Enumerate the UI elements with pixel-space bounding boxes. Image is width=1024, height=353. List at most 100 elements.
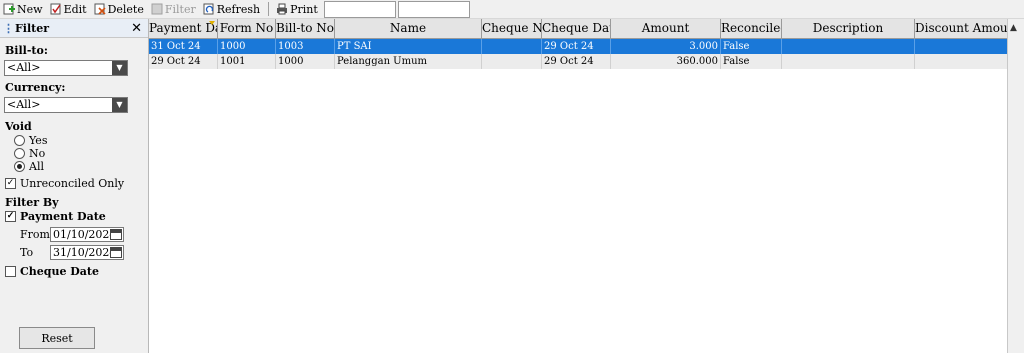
from-date-row: From 01/10/2024: [20, 227, 124, 242]
refresh-label: Refresh: [216, 2, 261, 16]
void-all-label: All: [29, 160, 44, 173]
column-header-cheque-no[interactable]: Cheque No: [482, 19, 542, 38]
void-option-yes[interactable]: Yes: [14, 134, 47, 147]
print-button[interactable]: Print: [273, 1, 321, 17]
cell-cheque-no[interactable]: [482, 39, 542, 54]
delete-button[interactable]: Delete: [91, 1, 147, 17]
filter-icon: [151, 3, 163, 15]
cell-reconciled[interactable]: False: [721, 54, 782, 69]
currency-select[interactable]: <All> ▼: [4, 97, 128, 113]
chevron-down-icon[interactable]: ▼: [112, 98, 127, 112]
new-icon: [3, 3, 15, 15]
print-label: Print: [290, 2, 318, 16]
from-label: From: [20, 228, 50, 241]
cell-bill-to-no[interactable]: 1003: [276, 39, 335, 54]
cell-form-no[interactable]: 1000: [218, 39, 276, 54]
checkbox-checked-icon[interactable]: ✓: [5, 211, 16, 222]
to-label: To: [20, 246, 34, 259]
chevron-down-icon[interactable]: ▼: [112, 61, 127, 75]
cell-bill-to-no[interactable]: 1000: [276, 54, 335, 69]
checkbox-checked-icon[interactable]: ✓: [5, 178, 16, 189]
bill-to-value: <All>: [7, 61, 41, 74]
void-no-label: No: [29, 147, 46, 160]
vertical-scrollbar[interactable]: ▲: [1007, 19, 1024, 353]
unreconciled-only-checkbox[interactable]: ✓ Unreconciled Only: [5, 177, 124, 190]
filter-by-label: Filter By: [5, 196, 59, 209]
column-header-name[interactable]: Name: [335, 19, 482, 38]
cell-form-no[interactable]: 1001: [218, 54, 276, 69]
cell-reconciled[interactable]: False: [721, 39, 782, 54]
edit-label: Edit: [63, 2, 87, 16]
filter-header: ⋮ Filter ✕: [0, 19, 148, 38]
toolbar-field-1[interactable]: [323, 0, 396, 18]
toolbar-field-2[interactable]: [397, 0, 470, 18]
cell-name[interactable]: PT SAI: [335, 39, 482, 54]
cell-amount[interactable]: 360.000: [611, 54, 721, 69]
column-header-cheque-date[interactable]: Cheque Date: [542, 19, 611, 38]
cheque-date-checkbox[interactable]: Cheque Date: [5, 265, 99, 278]
cell-discount-amount[interactable]: [915, 54, 1008, 69]
unreconciled-label: Unreconciled Only: [20, 177, 125, 190]
column-header-bill-to-no[interactable]: Bill-to No: [276, 19, 335, 38]
toolbar-separator: [268, 2, 270, 16]
currency-label: Currency:: [5, 81, 66, 94]
toolbar: New Edit Delete Filter Refresh Print: [0, 0, 1024, 19]
cell-cheque-no[interactable]: [482, 54, 542, 69]
cell-name[interactable]: Pelanggan Umum: [335, 54, 482, 69]
new-label: New: [17, 2, 43, 16]
payment-date-label: Payment Date: [20, 210, 106, 223]
radio-icon[interactable]: [14, 148, 25, 159]
column-header-reconciled[interactable]: Reconciled: [721, 19, 782, 38]
column-header-discount-amount[interactable]: Discount Amount: [915, 19, 1008, 38]
column-header-form-no[interactable]: Form No: [218, 19, 276, 38]
payment-date-checkbox[interactable]: ✓ Payment Date: [5, 210, 106, 223]
cell-discount-amount[interactable]: [915, 39, 1008, 54]
edit-icon: [50, 3, 62, 15]
close-icon[interactable]: ✕: [131, 21, 142, 36]
currency-value: <All>: [7, 98, 41, 111]
bill-to-select[interactable]: <All> ▼: [4, 60, 128, 76]
from-date-field[interactable]: 01/10/2024: [50, 227, 124, 242]
checkbox-unchecked-icon[interactable]: [5, 266, 16, 277]
delete-label: Delete: [107, 2, 144, 16]
column-header-payment-date[interactable]: Payment Date: [149, 19, 218, 38]
cell-payment-date[interactable]: 29 Oct 24: [149, 54, 218, 69]
to-date-field[interactable]: 31/10/2024: [50, 245, 124, 260]
from-date-value: 01/10/2024: [53, 228, 117, 241]
table-row[interactable]: 29 Oct 24 1001 1000 Pelanggan Umum 29 Oc…: [149, 54, 1008, 69]
radio-selected-icon[interactable]: [14, 161, 25, 172]
to-date-value: 31/10/2024: [53, 246, 117, 259]
to-date-row: To 31/10/2024: [20, 245, 124, 260]
new-button[interactable]: New: [0, 1, 46, 17]
column-header-description[interactable]: Description: [782, 19, 915, 38]
column-header-amount[interactable]: Amount: [611, 19, 721, 38]
reset-button[interactable]: Reset: [19, 327, 95, 349]
cell-amount[interactable]: 3.000: [611, 39, 721, 54]
cell-description[interactable]: [782, 54, 915, 69]
filter-title: Filter: [15, 21, 50, 35]
filter-panel: ⋮ Filter ✕ Bill-to: <All> ▼ Currency: <A…: [0, 19, 149, 353]
filter-label: Filter: [164, 2, 196, 16]
calendar-icon[interactable]: [110, 247, 122, 258]
cell-description[interactable]: [782, 39, 915, 54]
printer-icon: [276, 3, 288, 15]
cell-cheque-date[interactable]: 29 Oct 24: [542, 54, 611, 69]
void-option-all[interactable]: All: [14, 160, 44, 173]
chevron-up-icon[interactable]: ▲: [1010, 23, 1017, 33]
cell-cheque-date[interactable]: 29 Oct 24: [542, 39, 611, 54]
filter-button[interactable]: Filter: [148, 1, 199, 17]
results-grid: Payment Date Form No Bill-to No Name Che…: [149, 19, 1024, 353]
bill-to-label: Bill-to:: [5, 44, 48, 57]
void-option-no[interactable]: No: [14, 147, 45, 160]
refresh-icon: [203, 3, 215, 15]
cheque-date-label: Cheque Date: [20, 265, 100, 278]
table-row[interactable]: 31 Oct 24 1000 1003 PT SAI 29 Oct 24 3.0…: [149, 39, 1008, 54]
calendar-icon[interactable]: [110, 229, 122, 240]
grip-icon[interactable]: ⋮: [3, 22, 14, 35]
edit-button[interactable]: Edit: [47, 1, 90, 17]
radio-icon[interactable]: [14, 135, 25, 146]
cell-payment-date[interactable]: 31 Oct 24: [149, 39, 218, 54]
grid-header: Payment Date Form No Bill-to No Name Che…: [149, 19, 1008, 39]
refresh-button[interactable]: Refresh: [200, 1, 263, 17]
void-yes-label: Yes: [29, 134, 48, 147]
